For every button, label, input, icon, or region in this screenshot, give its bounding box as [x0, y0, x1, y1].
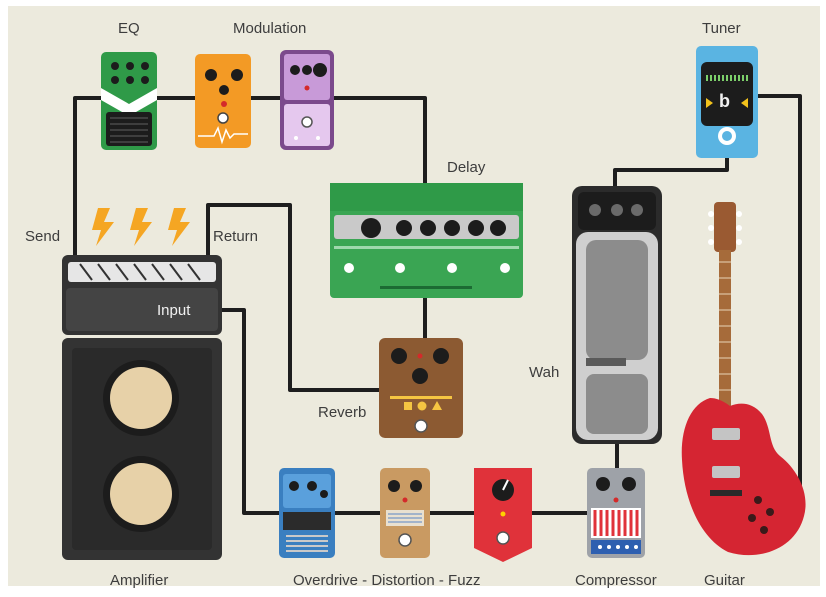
footswitch-icon — [217, 112, 229, 124]
overdrive-pedal-blue — [279, 468, 335, 558]
control-knob-icon — [589, 204, 601, 216]
label-drive-chain: Overdrive - Distortion - Fuzz — [293, 572, 481, 589]
fuzz-pedal-red — [474, 468, 532, 562]
label-input: Input — [157, 302, 191, 319]
control-knob-icon — [391, 348, 407, 364]
reverb-pedal — [379, 338, 463, 438]
distortion-pedal-tan — [380, 468, 430, 558]
control-knob-icon — [596, 477, 610, 491]
label-send: Send — [25, 228, 61, 245]
footswitch-icon — [496, 531, 510, 545]
amplifier — [62, 208, 222, 560]
control-knob-icon — [205, 69, 217, 81]
modulation-pedal-orange — [195, 54, 251, 148]
label-modulation: Modulation — [233, 20, 307, 37]
label-reverb: Reverb — [318, 404, 367, 421]
control-knob-icon — [388, 480, 400, 492]
footswitch-icon — [414, 419, 428, 433]
footswitch-icon — [398, 533, 412, 547]
eq-pedal — [101, 52, 157, 150]
label-eq: EQ — [118, 20, 140, 37]
modulation-pedal-purple — [280, 50, 334, 150]
control-knob-icon — [361, 218, 381, 238]
label-delay: Delay — [447, 159, 486, 176]
label-return: Return — [213, 228, 259, 245]
label-guitar: Guitar — [704, 572, 745, 589]
compressor-pedal — [587, 468, 645, 558]
control-knob-icon — [290, 65, 300, 75]
diagram-canvas — [0, 0, 826, 592]
label-amplifier: Amplifier — [110, 572, 169, 589]
signal-chain-diagram: EQ Modulation Tuner Delay Send Return In… — [0, 0, 826, 592]
tuner-note-display: b — [719, 91, 730, 111]
label-compressor: Compressor — [575, 572, 657, 589]
wah-pedal — [572, 186, 662, 444]
footswitch-icon — [301, 116, 313, 128]
label-wah: Wah — [529, 364, 560, 381]
label-tuner: Tuner — [702, 20, 741, 37]
delay-pedal — [330, 183, 523, 298]
control-knob-icon — [289, 481, 299, 491]
